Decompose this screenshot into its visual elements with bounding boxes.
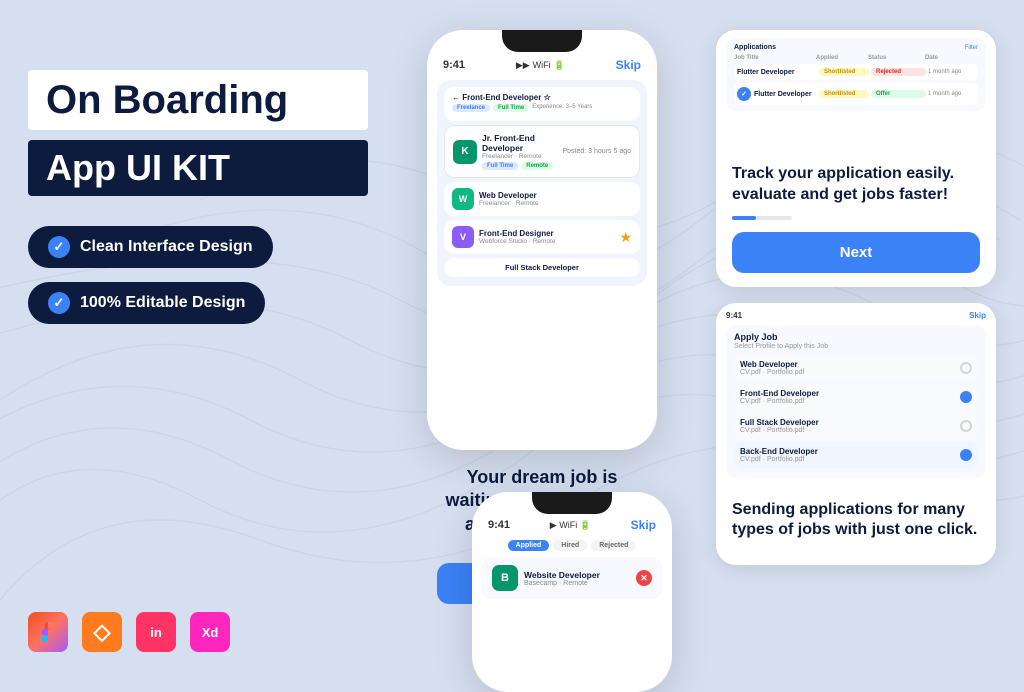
feature-label-2: 100% Editable Design [80, 294, 245, 312]
status-shortlist-2: Shortlisted [819, 90, 869, 98]
feature-badge-2: ✓ 100% Editable Design [28, 282, 265, 324]
bottom-center-phone: 9:41 ▶ WiFi 🔋 Skip Applied Hired Rejecte… [472, 492, 672, 692]
next-button-right-top[interactable]: Next [732, 232, 980, 273]
profile-title-4: Back-End Developer [740, 447, 818, 456]
profile-option-1[interactable]: Web Developer CV.pdf · Portfolio.pdf [734, 355, 978, 381]
bottom-job-title: Website Developer [524, 570, 630, 580]
phone-time: 9:41 [443, 59, 465, 71]
right-top-card-bottom: Track your application easily. evaluate … [716, 150, 996, 287]
bottom-skip-button[interactable]: Skip [631, 518, 656, 532]
features-list: ✓ Clean Interface Design ✓ 100% Editable… [28, 226, 368, 324]
apply-job-title: Apply Job [734, 332, 978, 342]
apply-job-sub: Select Profile to Apply this Job [734, 343, 978, 350]
right-bottom-card: 9:41 Skip Apply Job Select Profile to Ap… [716, 303, 996, 566]
phone-status-icons: ▶▶ WiFi 🔋 [516, 60, 565, 71]
title-onboarding: On Boarding [28, 70, 368, 130]
bottom-center-phone-container: 9:41 ▶ WiFi 🔋 Skip Applied Hired Rejecte… [472, 492, 672, 692]
right-panel: Applications Filter Job Title Applied St… [716, 30, 996, 652]
profile-option-4[interactable]: Back-End Developer CV.pdf · Portfolio.pd… [734, 442, 978, 468]
right-top-text: Track your application easily. evaluate … [732, 164, 980, 206]
profile-title-2: Front-End Developer [740, 389, 819, 398]
filter-rejected[interactable]: Rejected [591, 540, 636, 551]
radio-2[interactable] [960, 391, 972, 403]
status-shortlist-1: Shortlisted [819, 68, 869, 76]
right-top-card: Applications Filter Job Title Applied St… [716, 30, 996, 287]
progress-bar-top [732, 216, 792, 220]
skip-button[interactable]: Skip [616, 58, 641, 72]
check-icon-2: ✓ [48, 292, 70, 314]
right-top-card-screen: Applications Filter Job Title Applied St… [716, 30, 996, 150]
radio-4[interactable] [960, 449, 972, 461]
profile-option-2[interactable]: Front-End Developer CV.pdf · Portfolio.p… [734, 384, 978, 410]
left-panel: On Boarding App UI KIT ✓ Clean Interface… [28, 30, 368, 652]
bottom-job-company: Basecamp · Remote [524, 580, 630, 587]
invision-icon: in [136, 612, 176, 652]
filter-applied[interactable]: Applied [508, 540, 550, 551]
xd-icon: Xd [190, 612, 230, 652]
right-bottom-text: Sending applications for many types of j… [732, 500, 980, 542]
profile-title-3: Full Stack Developer [740, 418, 819, 427]
profile-files-2: CV.pdf · Portfolio.pdf [740, 398, 819, 405]
bottom-phone-notch [532, 492, 612, 514]
filter-hired[interactable]: Hired [553, 540, 587, 551]
profile-files-1: CV.pdf · Portfolio.pdf [740, 369, 804, 376]
rb-skip-btn[interactable]: Skip [969, 311, 986, 320]
progress-bar-fill-top [732, 216, 756, 220]
status-rejected-1: Rejected [871, 68, 926, 76]
rb-time: 9:41 [726, 311, 742, 320]
bottom-phone-status: ▶ WiFi 🔋 [550, 520, 591, 531]
status-offer-2: Offer [871, 90, 926, 98]
title-section: On Boarding App UI KIT ✓ Clean Interface… [28, 70, 368, 364]
radio-1[interactable] [960, 362, 972, 374]
feature-badge-1: ✓ Clean Interface Design [28, 226, 273, 268]
tool-icons-row: ◇ in Xd [28, 612, 368, 652]
radio-3[interactable] [960, 420, 972, 432]
title-app-ui-kit: App UI KIT [28, 140, 368, 196]
profile-files-4: CV.pdf · Portfolio.pdf [740, 456, 818, 463]
profile-option-3[interactable]: Full Stack Developer CV.pdf · Portfolio.… [734, 413, 978, 439]
center-phone-mockup: 9:41 ▶▶ WiFi 🔋 Skip ← Front-End Develope… [427, 30, 657, 450]
title-block: On Boarding App UI KIT [28, 70, 368, 196]
feature-label-1: Clean Interface Design [80, 238, 253, 256]
phone-notch [502, 30, 582, 52]
bottom-phone-time: 9:41 [488, 519, 510, 531]
profile-title-1: Web Developer [740, 360, 804, 369]
right-bottom-card-bottom: Sending applications for many types of j… [716, 486, 996, 566]
profile-files-3: CV.pdf · Portfolio.pdf [740, 427, 819, 434]
check-icon-1: ✓ [48, 236, 70, 258]
figma-icon [28, 612, 68, 652]
sketch-icon: ◇ [82, 612, 122, 652]
